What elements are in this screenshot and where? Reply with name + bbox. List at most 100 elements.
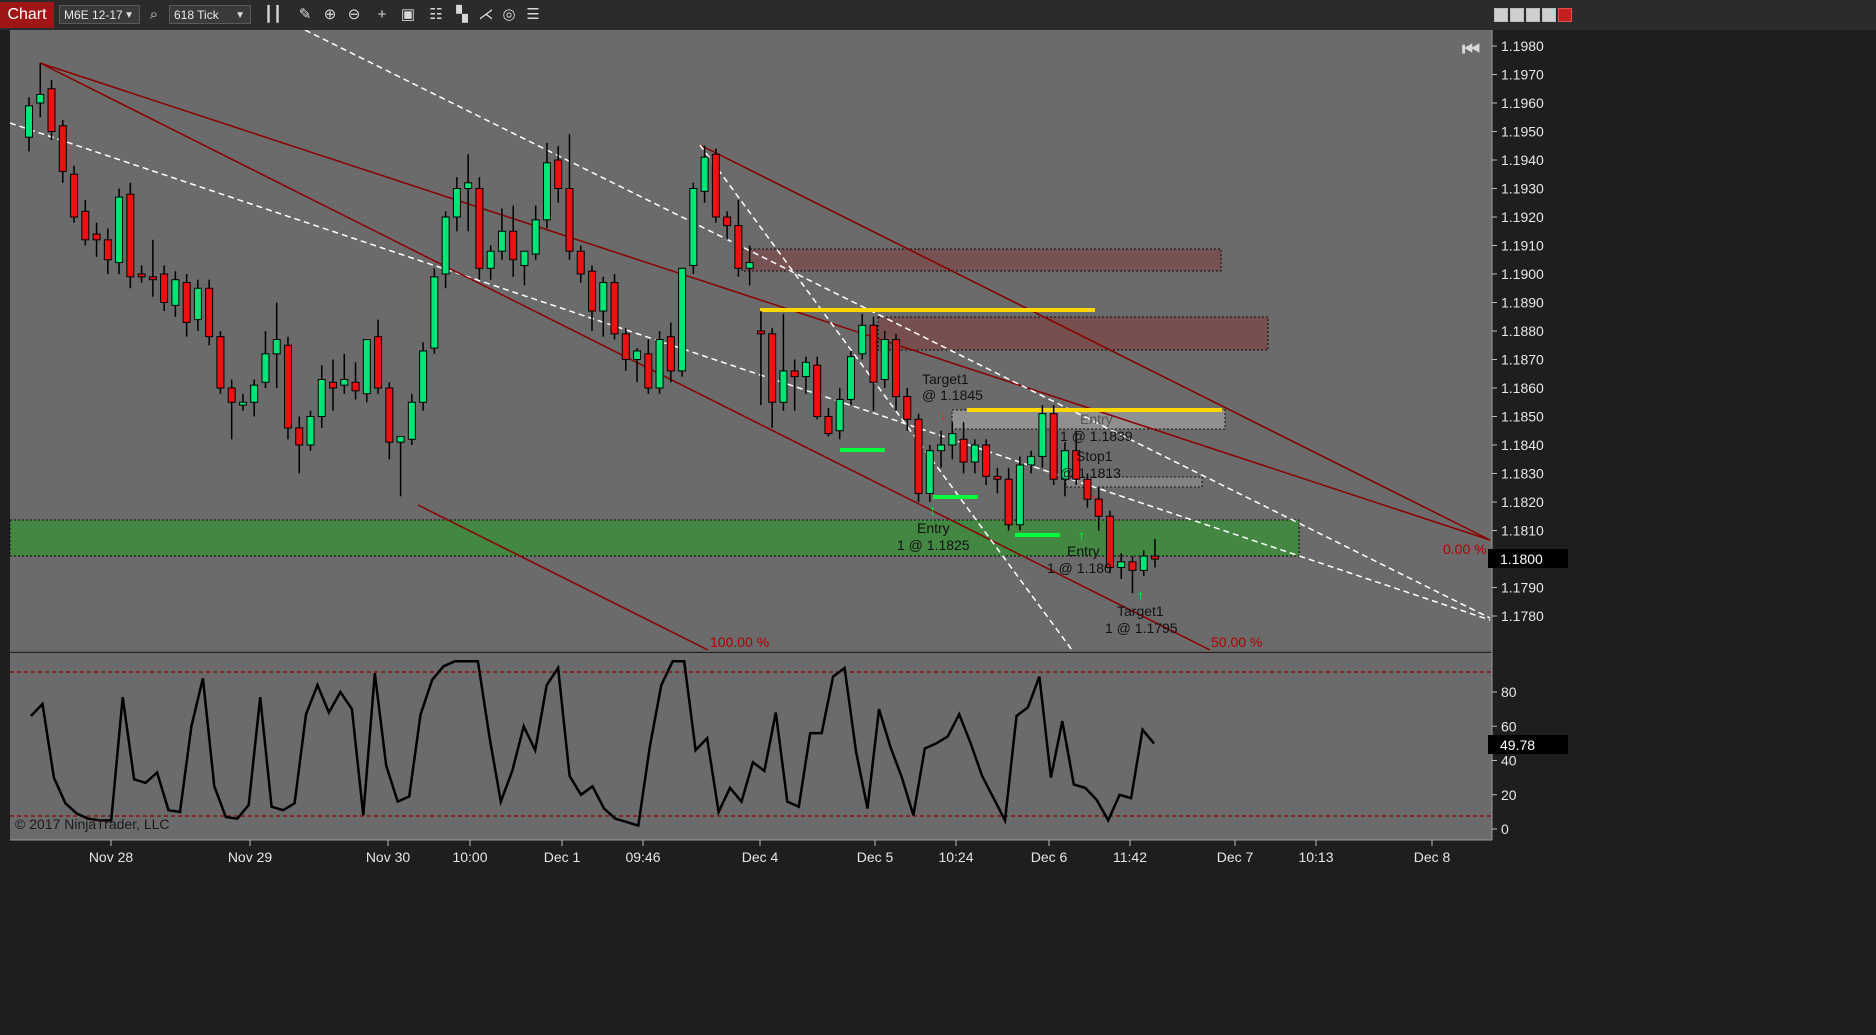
scroll-to-end-icon[interactable]: ⏮ (1462, 39, 1480, 61)
candle (925, 445, 934, 502)
y-tick-label: 1.1950 (1501, 124, 1544, 140)
candle-body (678, 267, 687, 372)
instrument-selector[interactable]: M6E 12-17 ▼ (59, 5, 140, 24)
y-tick-label: 1.1910 (1501, 238, 1544, 254)
candle-body (272, 339, 281, 355)
period-selector[interactable]: 618 Tick ▼ (169, 5, 251, 24)
search-icon[interactable]: ⌕ (143, 5, 165, 25)
list-icon[interactable]: ☰ (522, 5, 544, 25)
annotation-label: Stop1 (1076, 448, 1113, 464)
pencil-icon[interactable]: ✎ (294, 5, 316, 25)
window-restore-button[interactable] (1542, 8, 1556, 22)
candle-body (892, 339, 901, 398)
refresh-icon[interactable]: ◎ (498, 5, 520, 25)
buy-arrow-icon: ↑ (1078, 527, 1085, 543)
candle-body (1049, 413, 1058, 480)
annotation-label: 1 @ 1.1825 (897, 537, 970, 553)
copyright-text: © 2017 NinjaTrader, LLC (15, 816, 170, 832)
sell-arrow-icon: ↓ (940, 407, 947, 423)
candle-body (576, 250, 585, 275)
candle-body (1139, 555, 1148, 571)
y-tick-label: 1.1780 (1501, 608, 1544, 624)
candle-body (92, 233, 101, 241)
candle-body (36, 93, 45, 104)
candle (430, 268, 439, 354)
candle-body (700, 156, 709, 192)
candle-body (835, 398, 844, 432)
annotation-label: Entry (1080, 411, 1113, 427)
y-tick-label: 1.1880 (1501, 323, 1544, 339)
candle-body (351, 381, 360, 392)
x-tick-label: 10:24 (938, 849, 973, 865)
candle-body (385, 387, 394, 443)
properties-icon[interactable]: ▣ (397, 5, 419, 25)
chevron-down-icon: ▼ (235, 10, 245, 21)
candle-body (554, 159, 563, 189)
y-tick-label: 1.1790 (1501, 580, 1544, 596)
candle-body (103, 239, 112, 261)
x-tick-label: Nov 30 (366, 849, 411, 865)
osc-tick-label: 40 (1501, 753, 1517, 769)
zoom-in-icon[interactable]: ⊕ (319, 5, 341, 25)
candle-body (295, 427, 304, 446)
y-tick-label: 1.1820 (1501, 494, 1544, 510)
candle-body (824, 416, 833, 435)
candle-body (1128, 561, 1137, 571)
supply-zone[interactable] (741, 248, 1222, 272)
fib-label: 0.00 % (1443, 541, 1487, 557)
indicators-icon[interactable]: ☷ (425, 5, 447, 25)
bar-type-icon[interactable]: ┃┃ (262, 5, 284, 25)
window-minimize-button[interactable] (1510, 8, 1524, 22)
candle-body (419, 350, 428, 403)
candle-body (531, 219, 540, 255)
candle-body (621, 333, 630, 361)
candle-body (160, 273, 169, 303)
x-tick-label: 10:13 (1298, 849, 1333, 865)
candle-body (497, 230, 506, 252)
candle-body (813, 364, 822, 418)
x-tick-label: Dec 5 (857, 849, 894, 865)
chart-toolbar: Chart M6E 12-17 ▼ ⌕ 618 Tick ▼ ┃┃ ✎ ⊕ ⊖ + … (0, 0, 1876, 31)
strategies-icon[interactable]: ▚ (451, 5, 473, 25)
osc-tick-label: 20 (1501, 787, 1517, 803)
x-tick-label: Nov 29 (228, 849, 273, 865)
candle (216, 331, 225, 394)
y-tick-label: 1.1940 (1501, 152, 1544, 168)
candle-body (734, 225, 743, 269)
candle-body (858, 324, 867, 355)
zoom-out-icon[interactable]: ⊖ (343, 5, 365, 25)
candle-body (520, 250, 529, 266)
x-tick-label: 11:42 (1113, 849, 1147, 865)
candle-body (171, 279, 180, 306)
candle-body (283, 344, 292, 429)
candle-body (970, 444, 979, 463)
candle-body (711, 153, 720, 218)
crosshair-icon[interactable]: + (371, 5, 393, 25)
chart-area[interactable]: 1.1980 1.1970 1.1960 1.1950 1.1940 1.1930 1.19… (0, 30, 1876, 1035)
supply-zone[interactable] (877, 316, 1269, 351)
window-tile-button[interactable] (1494, 8, 1508, 22)
candle-body (723, 216, 732, 227)
oscillator-value-label: 49.78 (1500, 737, 1535, 753)
candle-body (396, 435, 405, 443)
window-close-button[interactable] (1558, 8, 1572, 22)
y-tick-label: 1.1920 (1501, 209, 1544, 225)
candle-body (81, 210, 90, 241)
drawing-tools-icon[interactable]: ⋌ (475, 5, 497, 25)
candle-body (70, 173, 79, 218)
annotation-label: Target1 (1117, 603, 1164, 619)
candle (1015, 456, 1024, 531)
demand-zone[interactable] (9, 519, 1300, 557)
window-maximize-button[interactable] (1526, 8, 1540, 22)
candle-body (959, 438, 968, 463)
chart-tab[interactable]: Chart (0, 2, 54, 28)
candle-body (846, 356, 855, 400)
osc-tick-label: 80 (1501, 684, 1517, 700)
annotation-label: 1 @ 1.180 (1047, 560, 1112, 576)
candle-body (227, 387, 236, 403)
candle-body (982, 444, 991, 477)
candle-body (452, 188, 461, 218)
sell-arrow-icon: ↓ (1090, 485, 1097, 501)
candle-body (205, 287, 214, 338)
candle-body (374, 336, 383, 389)
